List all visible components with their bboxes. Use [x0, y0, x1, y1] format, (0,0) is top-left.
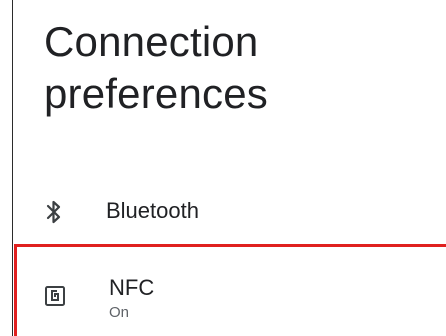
preference-nfc[interactable]: NFC On	[14, 244, 446, 336]
window-frame-left	[0, 0, 13, 336]
nfc-label: NFC	[109, 275, 155, 300]
bluetooth-icon	[42, 200, 66, 224]
nfc-icon	[43, 284, 67, 308]
bluetooth-label: Bluetooth	[106, 198, 199, 223]
nfc-status: On	[109, 304, 130, 321]
page-title: Connection preferences	[44, 18, 268, 117]
bluetooth-text: Bluetooth	[106, 198, 199, 224]
nfc-text: NFC On	[109, 275, 154, 323]
preference-bluetooth[interactable]: Bluetooth	[14, 184, 446, 240]
